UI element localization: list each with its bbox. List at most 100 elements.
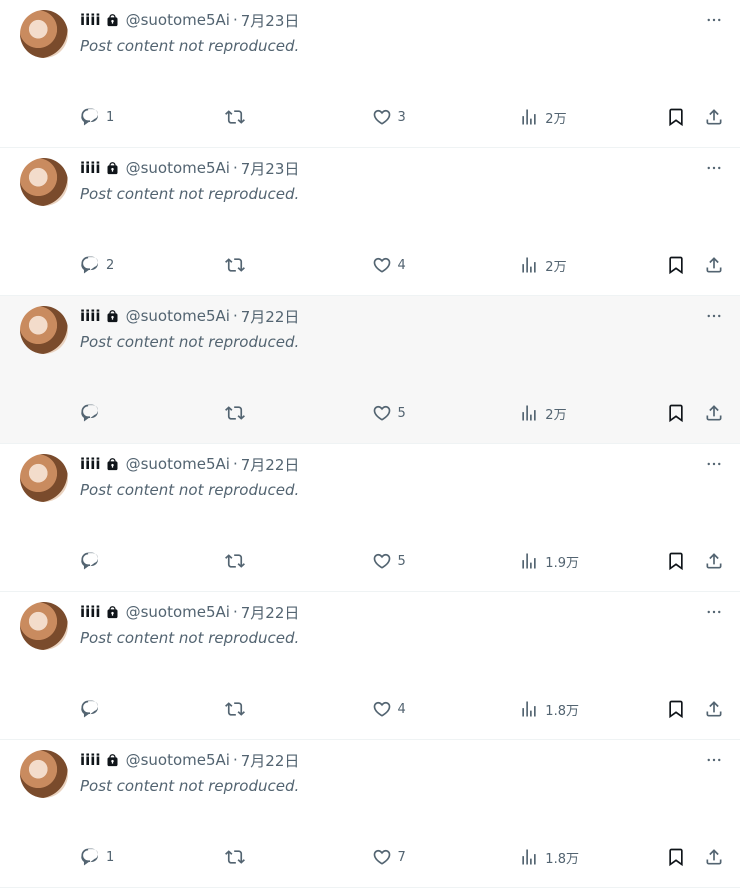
tweet-text: Post content not reproduced.	[80, 629, 300, 647]
avatar[interactable]	[20, 750, 68, 798]
retweet-button[interactable]	[224, 107, 372, 127]
bookmark-icon	[666, 699, 686, 719]
author-handle[interactable]: @suotome5Ai	[126, 603, 230, 621]
retweet-icon	[224, 255, 245, 275]
share-button[interactable]	[704, 403, 724, 423]
more-icon[interactable]	[704, 602, 724, 622]
avatar[interactable]	[20, 602, 68, 650]
like-button[interactable]: 4	[372, 255, 520, 275]
tweet[interactable]: iiii @suotome5Ai · 7月23日 Post content no…	[0, 148, 740, 296]
tweet-date[interactable]: 7月22日	[241, 306, 300, 327]
share-button[interactable]	[704, 847, 724, 867]
more-icon[interactable]	[704, 454, 724, 474]
author-name[interactable]: iiii	[80, 11, 101, 29]
bookmark-button[interactable]	[666, 107, 704, 127]
views-count: 1.8万	[545, 851, 579, 867]
author-handle[interactable]: @suotome5Ai	[126, 307, 230, 325]
share-icon	[704, 255, 724, 275]
tweet-date[interactable]: 7月23日	[241, 158, 300, 179]
views-button[interactable]: 1.8万	[519, 847, 666, 867]
reply-button[interactable]	[80, 551, 225, 571]
tweet-actions: 5 2万	[80, 403, 724, 423]
avatar[interactable]	[20, 158, 68, 206]
tweet-date[interactable]: 7月22日	[241, 750, 300, 771]
tweet-text: Post content not reproduced.	[80, 37, 300, 55]
bookmark-button[interactable]	[666, 403, 704, 423]
avatar[interactable]	[20, 306, 68, 354]
retweet-button[interactable]	[224, 255, 372, 275]
tweet-header: iiii @suotome5Ai · 7月22日	[80, 454, 724, 474]
tweet[interactable]: iiii @suotome5Ai · 7月22日 Post content no…	[0, 592, 740, 740]
share-button[interactable]	[704, 699, 724, 719]
tweet[interactable]: iiii @suotome5Ai · 7月22日 Post content no…	[0, 444, 740, 592]
reply-icon	[80, 255, 100, 275]
views-icon	[519, 551, 539, 571]
reply-button[interactable]: 1	[80, 847, 225, 867]
author-name[interactable]: iiii	[80, 159, 101, 177]
tweet[interactable]: iiii @suotome5Ai · 7月22日 Post content no…	[0, 296, 740, 444]
author-handle[interactable]: @suotome5Ai	[126, 751, 230, 769]
reply-icon	[80, 551, 100, 571]
bookmark-button[interactable]	[666, 255, 704, 275]
tweet-header: iiii @suotome5Ai · 7月22日	[80, 602, 724, 622]
more-icon[interactable]	[704, 306, 724, 326]
more-icon[interactable]	[704, 10, 724, 30]
author-handle[interactable]: @suotome5Ai	[126, 11, 230, 29]
retweet-button[interactable]	[224, 847, 372, 867]
views-button[interactable]: 2万	[519, 255, 666, 275]
bookmark-button[interactable]	[666, 699, 704, 719]
author-handle[interactable]: @suotome5Ai	[126, 455, 230, 473]
like-button[interactable]: 5	[372, 403, 520, 423]
author-name[interactable]: iiii	[80, 603, 101, 621]
avatar[interactable]	[20, 10, 68, 58]
like-button[interactable]: 7	[372, 847, 520, 867]
reply-button[interactable]	[80, 699, 225, 719]
reply-button[interactable]: 2	[80, 255, 225, 275]
views-button[interactable]: 2万	[519, 403, 666, 423]
tweet-actions: 4 1.8万	[80, 699, 724, 719]
tweet-text: Post content not reproduced.	[80, 481, 300, 499]
tweet[interactable]: iiii @suotome5Ai · 7月23日 Post content no…	[0, 0, 740, 148]
author-name[interactable]: iiii	[80, 455, 101, 473]
bookmark-button[interactable]	[666, 551, 704, 571]
author-handle[interactable]: @suotome5Ai	[126, 159, 230, 177]
tweet[interactable]: iiii @suotome5Ai · 7月22日 Post content no…	[0, 740, 740, 888]
share-icon	[704, 403, 724, 423]
heart-icon	[372, 107, 392, 127]
retweet-button[interactable]	[224, 403, 372, 423]
share-button[interactable]	[704, 551, 724, 571]
retweet-button[interactable]	[224, 551, 372, 571]
heart-icon	[372, 255, 392, 275]
more-icon[interactable]	[704, 750, 724, 770]
tweet-date[interactable]: 7月23日	[241, 10, 300, 31]
reply-button[interactable]: 1	[80, 107, 225, 127]
more-icon[interactable]	[704, 158, 724, 178]
share-icon	[704, 847, 724, 867]
like-button[interactable]: 4	[372, 699, 520, 719]
like-count: 7	[397, 849, 406, 865]
tweet-text: Post content not reproduced.	[80, 777, 300, 795]
like-button[interactable]: 5	[372, 551, 520, 571]
like-button[interactable]: 3	[372, 107, 520, 127]
views-button[interactable]: 2万	[519, 107, 666, 127]
views-count: 2万	[545, 111, 567, 127]
reply-button[interactable]	[80, 403, 225, 423]
tweet-date[interactable]: 7月22日	[241, 602, 300, 623]
views-button[interactable]: 1.8万	[519, 699, 666, 719]
tweet-date[interactable]: 7月22日	[241, 454, 300, 475]
reply-icon	[80, 847, 100, 867]
bookmark-button[interactable]	[666, 847, 704, 867]
like-count: 4	[397, 701, 406, 717]
author-name[interactable]: iiii	[80, 751, 101, 769]
share-button[interactable]	[704, 255, 724, 275]
retweet-icon	[224, 107, 245, 127]
tweet-actions: 2 4 2万	[80, 255, 724, 275]
author-name[interactable]: iiii	[80, 307, 101, 325]
share-button[interactable]	[704, 107, 724, 127]
tweet-actions: 5 1.9万	[80, 551, 724, 571]
retweet-button[interactable]	[224, 699, 372, 719]
views-count: 2万	[545, 407, 567, 423]
avatar[interactable]	[20, 454, 68, 502]
retweet-icon	[224, 551, 245, 571]
views-button[interactable]: 1.9万	[519, 551, 666, 571]
